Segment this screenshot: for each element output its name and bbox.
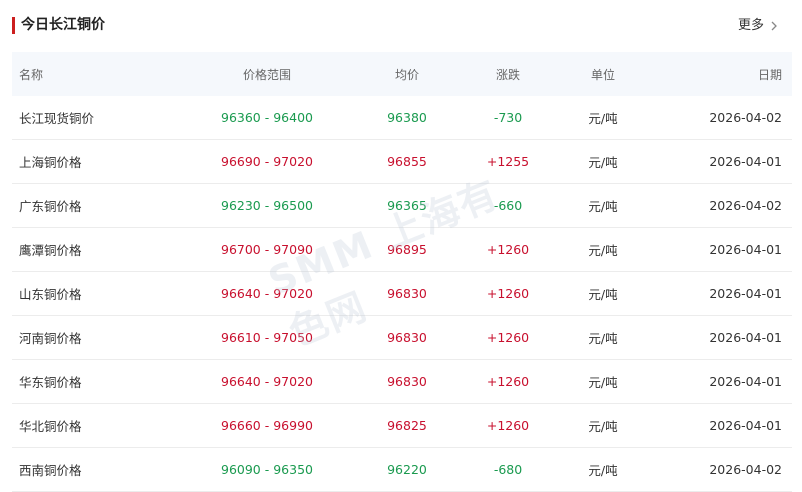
row-range: 96640 - 97020 (221, 286, 313, 301)
more-link[interactable]: 更多 (738, 16, 780, 36)
row-unit: 元/吨 (588, 243, 618, 258)
row-range: 96700 - 97090 (221, 242, 313, 257)
row-avg: 96855 (387, 154, 427, 169)
col-header-name: 名称 (19, 67, 44, 82)
table-row[interactable]: 山东铜价格 96640 - 97020 96830 +1260 元/吨 2026-04-0… (12, 272, 792, 316)
row-date: 2026-04-01 (709, 154, 782, 169)
row-change: -680 (493, 462, 523, 477)
row-change: +1260 (486, 418, 530, 433)
row-date: 2026-04-01 (709, 242, 782, 257)
table-row[interactable]: 鹰潭铜价格 96700 - 97090 96895 +1260 元/吨 2026-04-0… (12, 228, 792, 272)
table-row[interactable]: 广东铜价格 96230 - 96500 96365 -660 元/吨 2026-04-02 (12, 184, 792, 228)
row-name: 长江现货铜价 (19, 111, 95, 126)
panel-header: 今日长江铜价 更多 (0, 0, 802, 52)
chevron-right-icon (771, 21, 777, 31)
row-avg: 96830 (387, 330, 427, 345)
col-header-avg: 均价 (394, 67, 419, 82)
row-unit: 元/吨 (588, 155, 618, 170)
row-avg: 96830 (387, 286, 427, 301)
panel-title: 今日长江铜价 (21, 17, 105, 33)
row-name: 广东铜价格 (19, 199, 82, 214)
row-change: +1260 (486, 330, 530, 345)
row-change: +1260 (486, 242, 530, 257)
row-range: 96360 - 96400 (221, 110, 313, 125)
row-date: 2026-04-01 (709, 286, 782, 301)
col-header-unit: 单位 (590, 67, 615, 82)
row-unit: 元/吨 (588, 287, 618, 302)
row-name: 上海铜价格 (19, 155, 82, 170)
row-date: 2026-04-01 (709, 330, 782, 345)
row-avg: 96365 (387, 198, 427, 213)
row-change: -730 (493, 110, 523, 125)
row-unit: 元/吨 (588, 463, 618, 478)
row-change: +1260 (486, 374, 530, 389)
row-range: 96230 - 96500 (221, 198, 313, 213)
table-row[interactable]: 河南铜价格 96610 - 97050 96830 +1260 元/吨 2026-04-0… (12, 316, 792, 360)
row-name: 河南铜价格 (19, 331, 82, 346)
col-header-date: 日期 (757, 67, 782, 82)
row-change: +1255 (486, 154, 530, 169)
row-avg: 96380 (387, 110, 427, 125)
row-date: 2026-04-02 (709, 462, 782, 477)
row-avg: 96825 (387, 418, 427, 433)
row-name: 华北铜价格 (19, 419, 82, 434)
table-header: 名称 价格范围 均价 涨跌 单位 日期 (12, 52, 792, 96)
row-unit: 元/吨 (588, 331, 618, 346)
table-row[interactable]: 华北铜价格 96660 - 96990 96825 +1260 元/吨 2026-04-0… (12, 404, 792, 448)
row-range: 96690 - 97020 (221, 154, 313, 169)
more-label: 更多 (737, 18, 764, 33)
row-range: 96640 - 97020 (221, 374, 313, 389)
table-row[interactable]: 上海铜价格 96690 - 97020 96855 +1255 元/吨 2026-04-0… (12, 140, 792, 184)
table-row[interactable]: 西南铜价格 96090 - 96350 96220 -680 元/吨 2026-04-02 (12, 448, 792, 492)
row-change: +1260 (486, 286, 530, 301)
table-body: 长江现货铜价 96360 - 96400 96380 -730 元/吨 2026-04-0… (12, 96, 792, 492)
row-avg: 96220 (387, 462, 427, 477)
row-date: 2026-04-01 (709, 418, 782, 433)
row-name: 鹰潭铜价格 (19, 243, 82, 258)
row-unit: 元/吨 (588, 375, 618, 390)
col-header-change: 涨跌 (495, 67, 520, 82)
title-accent-bar (12, 17, 15, 34)
row-unit: 元/吨 (588, 111, 618, 126)
row-date: 2026-04-02 (709, 110, 782, 125)
row-avg: 96830 (387, 374, 427, 389)
row-name: 山东铜价格 (19, 287, 82, 302)
copper-price-table: 名称 价格范围 均价 涨跌 单位 日期 长江现货铜价 96360 - 96400 9… (12, 52, 792, 492)
row-range: 96090 - 96350 (221, 462, 313, 477)
col-header-range: 价格范围 (242, 67, 291, 82)
row-change: -660 (493, 198, 523, 213)
table-row[interactable]: 长江现货铜价 96360 - 96400 96380 -730 元/吨 2026-04-0… (12, 96, 792, 140)
row-unit: 元/吨 (588, 419, 618, 434)
row-range: 96660 - 96990 (221, 418, 313, 433)
table-row[interactable]: 华东铜价格 96640 - 97020 96830 +1260 元/吨 2026-04-0… (12, 360, 792, 404)
row-range: 96610 - 97050 (221, 330, 313, 345)
row-date: 2026-04-01 (709, 374, 782, 389)
row-unit: 元/吨 (588, 199, 618, 214)
row-name: 西南铜价格 (19, 463, 82, 478)
row-date: 2026-04-02 (709, 198, 782, 213)
row-name: 华东铜价格 (19, 375, 82, 390)
row-avg: 96895 (387, 242, 427, 257)
